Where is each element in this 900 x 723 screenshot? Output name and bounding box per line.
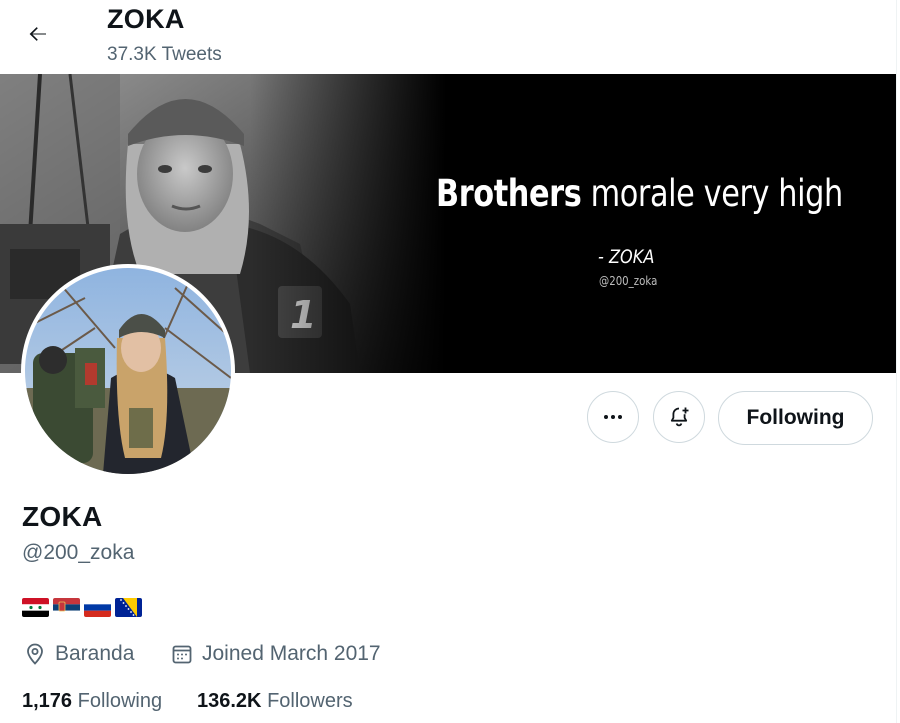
column-divider xyxy=(896,0,897,723)
avatar[interactable] xyxy=(21,264,235,478)
banner-quote: Brothers morale very high xyxy=(436,172,843,215)
following-count: 1,176 xyxy=(22,690,73,712)
banner-quote-author: - ZOKA xyxy=(598,246,655,268)
tweet-count: 37.3K Tweets xyxy=(107,44,222,65)
bio-flags xyxy=(22,598,142,617)
location-text: Baranda xyxy=(55,642,135,665)
bell-plus-icon xyxy=(670,407,689,427)
banner-quote-rest: morale very high xyxy=(581,172,844,215)
banner-fade xyxy=(250,74,480,373)
profile-handle: @200_zoka xyxy=(22,541,135,564)
avatar-image xyxy=(25,268,231,474)
profile-header: ZOKA 37.3K Tweets xyxy=(0,0,896,74)
following-label: Following xyxy=(77,690,163,712)
calendar-icon xyxy=(172,645,192,664)
notifications-button[interactable] xyxy=(653,391,705,443)
followers-count: 136.2K xyxy=(197,690,262,712)
avatar-photo xyxy=(25,268,231,474)
profile-page: ZOKA 37.3K Tweets Brothers morale very h… xyxy=(0,0,900,723)
back-button[interactable] xyxy=(18,14,58,54)
flag-russia-icon xyxy=(84,598,111,617)
flag-syria-icon xyxy=(22,598,49,617)
banner-quote-bold: Brothers xyxy=(436,172,582,215)
location-pin-icon xyxy=(27,643,43,665)
joined-text: Joined March 2017 xyxy=(202,642,381,665)
profile-name: ZOKA xyxy=(22,501,103,532)
flag-bosnia-icon xyxy=(115,598,142,617)
arrow-left-icon xyxy=(29,27,46,41)
header-title: ZOKA xyxy=(107,4,185,34)
profile-joined: Joined March 2017 xyxy=(170,642,381,666)
followers-label: Followers xyxy=(267,690,353,712)
more-horizontal-icon xyxy=(604,415,622,419)
followers-stat-link[interactable]: 136.2K Followers xyxy=(197,690,353,713)
following-button[interactable]: Following xyxy=(718,391,873,445)
banner-quote-handle: @200_zoka xyxy=(599,274,658,288)
more-button[interactable] xyxy=(587,391,639,443)
profile-location: Baranda xyxy=(23,642,134,666)
flag-serbia-icon xyxy=(53,598,80,617)
following-stat-link[interactable]: 1,176 Following xyxy=(22,690,162,713)
